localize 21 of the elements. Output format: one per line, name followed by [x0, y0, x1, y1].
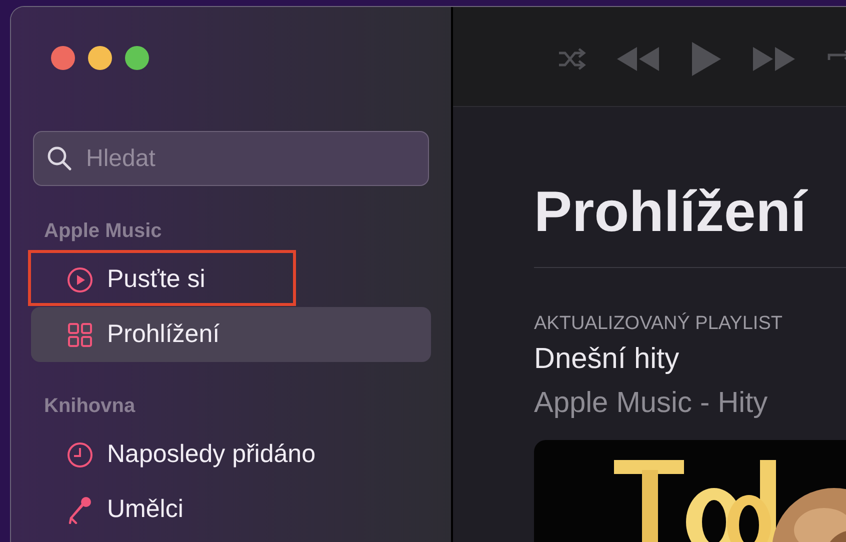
sidebar-item[interactable]: Pusťte si — [31, 252, 431, 307]
zoom-window-icon[interactable] — [125, 46, 149, 70]
clock-icon — [67, 442, 93, 468]
section-heading: Apple Music — [43, 219, 163, 243]
play-circle-icon — [67, 266, 93, 292]
search-field[interactable]: Hledat — [33, 131, 429, 186]
shuffle-icon[interactable] — [557, 46, 587, 72]
search-icon — [46, 145, 72, 171]
sidebar-item[interactable]: Prohlížení — [31, 307, 431, 362]
playlist-subtitle: Apple Music - Hity — [534, 386, 769, 421]
section-heading: Knihovna — [43, 394, 136, 418]
microphone-icon — [67, 496, 93, 524]
playlist-eyebrow: AKTUALIZOVANÝ PLAYLIST — [534, 313, 784, 335]
sidebar-item[interactable]: Umělci — [31, 482, 431, 537]
close-window-icon[interactable] — [51, 46, 75, 70]
grid-icon — [67, 322, 93, 348]
page-heading: Prohlížení — [534, 179, 809, 245]
play-icon[interactable] — [689, 40, 723, 78]
sidebar-item[interactable]: Naposledy přidáno — [31, 427, 431, 482]
minimize-window-icon[interactable] — [88, 46, 112, 70]
playlist-title[interactable]: Dnešní hity — [534, 341, 846, 377]
